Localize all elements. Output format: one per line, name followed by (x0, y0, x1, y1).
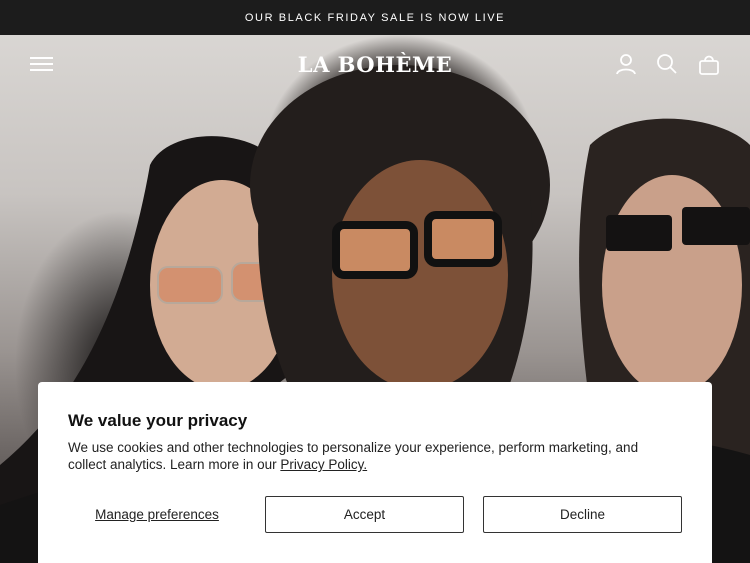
account-icon[interactable] (615, 53, 637, 75)
brand-logo[interactable]: LA BOHÈME (0, 52, 750, 77)
site-header: LA BOHÈME (0, 35, 750, 93)
announcement-bar[interactable]: OUR BLACK FRIDAY SALE IS NOW LIVE (0, 0, 750, 35)
manage-preferences-button[interactable]: Manage preferences (68, 496, 246, 532)
cookie-title: We value your privacy (68, 411, 248, 430)
cookie-consent-banner: We value your privacy We use cookies and… (38, 382, 712, 563)
decline-button[interactable]: Decline (483, 496, 682, 533)
search-icon[interactable] (656, 53, 678, 75)
privacy-policy-link[interactable]: Privacy Policy. (280, 457, 367, 472)
accept-button[interactable]: Accept (265, 496, 464, 533)
announcement-text: OUR BLACK FRIDAY SALE IS NOW LIVE (244, 11, 506, 24)
page: OUR BLACK FRIDAY SALE IS NOW LIVE LA BOH… (0, 0, 750, 563)
cart-icon[interactable] (698, 53, 720, 75)
cookie-message: We use cookies and other technologies to… (68, 439, 678, 473)
